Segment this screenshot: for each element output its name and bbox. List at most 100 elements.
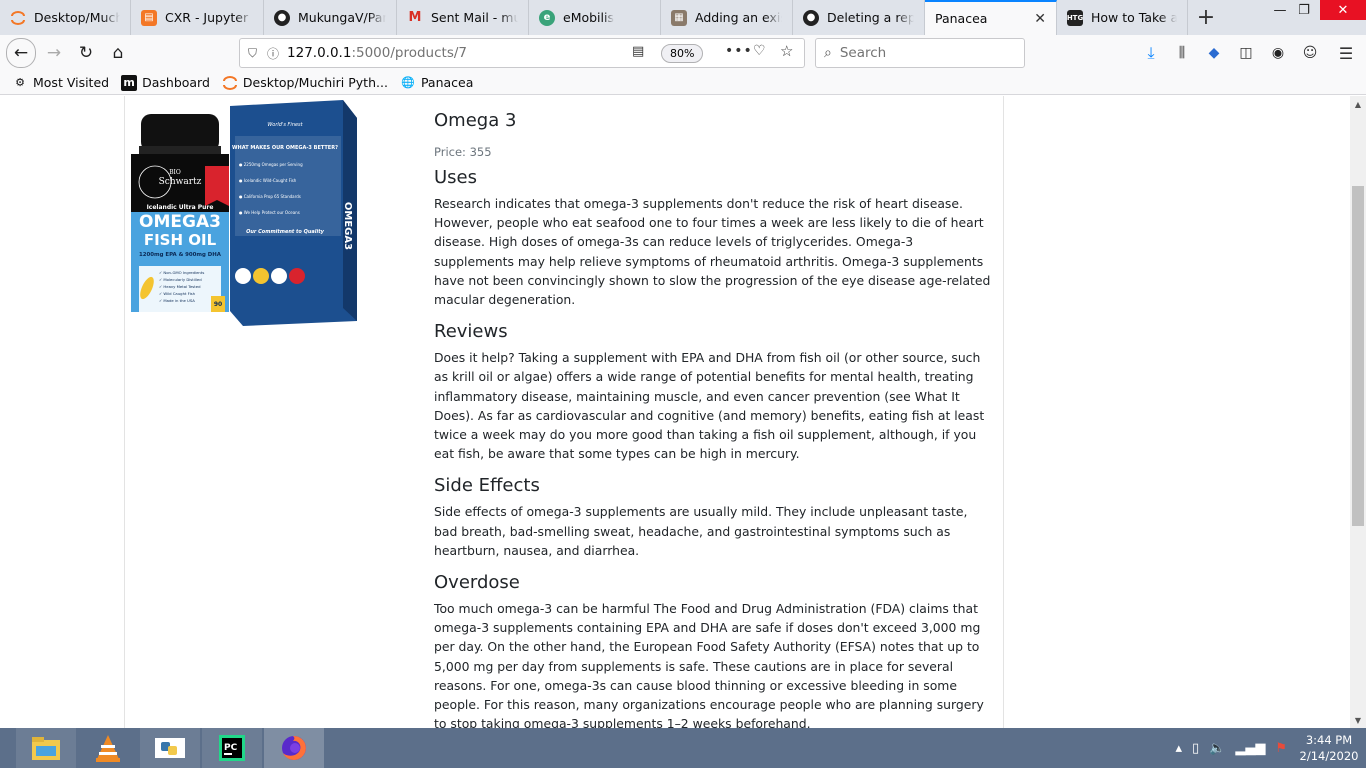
pocket-icon[interactable]: ♡ [753,43,766,59]
page-scrollbar[interactable]: ▲ ▼ [1350,96,1366,728]
firefox-icon [282,736,306,760]
product-price: Price: 355 [434,145,492,159]
notification-icon[interactable]: ⚑ [1275,741,1287,756]
extension-shield-icon[interactable]: ◉ [1262,45,1294,61]
clock-date: 2/14/2020 [1299,749,1359,763]
battery-icon[interactable]: ▯ [1192,741,1199,756]
file-explorer-icon [32,737,60,760]
bookmark-dashboard[interactable]: m Dashboard [121,74,210,91]
forward-button[interactable]: → [40,39,68,67]
tab-label: Sent Mail - much [431,10,518,25]
tab-strip: Desktop/Muchiri ▤ CXR - Jupyter Nc ● Muk… [0,0,1366,35]
scrollbar-thumb[interactable] [1352,186,1364,526]
svg-text:● Icelandic Wild-Caught Fish: ● Icelandic Wild-Caught Fish [239,178,297,183]
bookmark-label: Desktop/Muchiri Pyth... [242,75,388,90]
tab-adding-existing[interactable]: ▦ Adding an existi [661,0,793,35]
python-idle-button[interactable] [140,728,200,768]
svg-text:● 2250mg Omegas per Serving: ● 2250mg Omegas per Serving [239,162,303,167]
jupyter-notebook-icon: ▤ [141,9,157,26]
scroll-down-icon[interactable]: ▼ [1350,712,1366,728]
svg-text:90: 90 [214,301,222,308]
svg-text:✓ Non-GMO Ingredients: ✓ Non-GMO Ingredients [159,270,204,275]
tab-label: Panacea [935,11,988,26]
home-button[interactable]: ⌂ [104,39,132,67]
library-icon[interactable]: ⫼ [1166,45,1198,61]
section-text-reviews: Does it help? Taking a supplement with E… [434,350,985,462]
bookmark-panacea[interactable]: 🌐 Panacea [400,75,473,91]
zoom-level-badge[interactable]: 80% [661,44,704,63]
m-icon: m [121,74,138,91]
product-details: Omega 3 Price: 355 Uses Research indicat… [434,110,992,728]
tab-label: Adding an existi [695,10,782,25]
svg-text:Icelandic Ultra Pure: Icelandic Ultra Pure [147,204,214,211]
volume-icon[interactable]: 🔈 [1209,741,1225,756]
htg-icon: HTG [1067,9,1083,26]
bookmark-star-icon[interactable]: ☆ [780,42,793,60]
extension-icon[interactable]: ◆ [1198,45,1230,61]
svg-text:PC: PC [224,743,238,753]
globe-icon: 🌐 [401,76,415,89]
tab-deleting-repository[interactable]: ● Deleting a reposi [793,0,925,35]
tab-how-to-take-screenshot[interactable]: HTG How to Take a Sc [1057,0,1188,35]
svg-text:FISH OIL: FISH OIL [144,231,217,249]
menu-icon[interactable]: ☰ [1326,44,1366,63]
reload-button[interactable]: ↻ [72,39,100,67]
file-explorer-button[interactable] [16,728,76,768]
section-text-uses: Research indicates that omega-3 suppleme… [434,196,991,308]
new-tab-button[interactable]: + [1188,0,1224,35]
gear-icon: ⚙ [15,76,25,89]
tab-github-mukungav[interactable]: ● MukungaV/Pana [264,0,397,35]
vlc-icon [96,735,120,762]
svg-text:✓ Made in the USA: ✓ Made in the USA [159,298,195,303]
tab-label: CXR - Jupyter Nc [165,10,253,25]
search-icon: ⌕ [824,45,832,61]
tab-label: Deleting a reposi [827,10,914,25]
reload-icon: ↻ [78,43,94,63]
pycharm-icon: PC [219,735,245,761]
chevron-up-icon[interactable]: ▴ [1175,741,1182,756]
svg-text:● California Prop 65 Standards: ● California Prop 65 Standards [239,194,301,199]
tab-panacea[interactable]: Panacea ✕ [925,0,1057,35]
svg-text:✓ Heavy Metal Tested: ✓ Heavy Metal Tested [159,284,201,289]
gmail-icon: M [408,10,422,25]
section-heading-uses: Uses [434,167,478,188]
tab-sent-mail[interactable]: M Sent Mail - much [397,0,529,35]
close-tab-icon[interactable]: ✕ [1034,11,1046,27]
product-image: World's Finest WHAT MAKES OUR OMEGA-3 BE… [131,100,357,326]
bookmark-most-visited[interactable]: ⚙ Most Visited [12,75,109,91]
firefox-button[interactable] [264,728,324,768]
url-text[interactable]: 127.0.0.1:5000/products/7 [287,45,467,61]
close-window-button[interactable]: ✕ [1320,0,1366,20]
sidebar-icon[interactable]: ◫ [1230,45,1262,61]
page-viewport: World's Finest WHAT MAKES OUR OMEGA-3 BE… [0,96,1350,728]
network-icon[interactable]: ▂▄▆ [1235,741,1265,756]
reader-view-icon[interactable]: ▤ [632,44,644,59]
svg-text:Our Commitment to Quality: Our Commitment to Quality [246,229,325,235]
pycharm-button[interactable]: PC [202,728,262,768]
arrow-right-icon: → [46,43,62,63]
search-bar[interactable]: ⌕ Search [815,38,1025,68]
tab-cxr-jupyter[interactable]: ▤ CXR - Jupyter Nc [131,0,264,35]
scroll-up-icon[interactable]: ▲ [1350,96,1366,112]
windows-taskbar: PC ▴ ▯ 🔈 ▂▄▆ ⚑ 3:44 PM 2/14/2020 [0,728,1366,768]
clock[interactable]: 3:44 PM 2/14/2020 [1292,732,1366,764]
svg-text:World's Finest: World's Finest [267,122,303,128]
product-card: World's Finest WHAT MAKES OUR OMEGA-3 BE… [124,96,1004,728]
bookmark-desktop-muchiri[interactable]: Desktop/Muchiri Pyth... [222,75,388,91]
bookmarks-toolbar: ⚙ Most Visited m Dashboard Desktop/Muchi… [0,71,1366,95]
jupyter-icon [222,75,238,91]
tab-label: How to Take a Sc [1091,10,1177,25]
svg-text:OMEGA3: OMEGA3 [139,212,221,232]
downloads-icon[interactable]: ⤓ [1136,43,1166,63]
account-icon[interactable]: ☺ [1294,45,1326,61]
bookmark-label: Dashboard [142,75,210,90]
tab-label: MukungaV/Pana [298,10,386,25]
page-actions-icon[interactable]: ••• [725,43,753,59]
tab-desktop-muchiri[interactable]: Desktop/Muchiri [0,0,131,35]
tab-emobilis[interactable]: e eMobilis [529,0,661,35]
bookmark-label: Most Visited [33,75,110,90]
back-button[interactable]: ← [6,38,36,68]
vlc-button[interactable] [78,728,138,768]
url-bar[interactable]: ⛉ ⓘ 127.0.0.1:5000/products/7 ▤ 80% ••• … [239,38,805,68]
search-placeholder: Search [839,45,887,61]
